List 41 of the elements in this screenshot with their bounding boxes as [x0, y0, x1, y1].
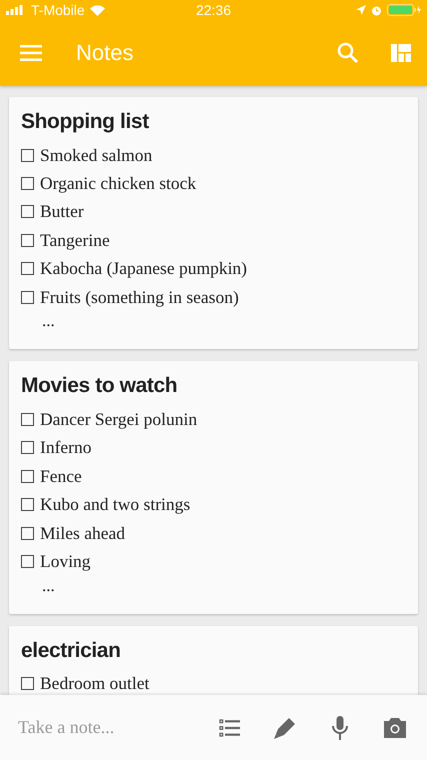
status-time: 22:36	[196, 2, 232, 18]
carrier-name: T-Mobile	[31, 2, 85, 18]
checkbox[interactable]	[21, 290, 34, 304]
location-icon	[356, 5, 366, 15]
checkbox[interactable]	[21, 148, 34, 162]
more-items-ellipsis: ...	[42, 311, 55, 332]
list-item-text: Butter	[40, 201, 84, 222]
note-input-field[interactable]: Take a note...	[18, 717, 187, 738]
list-item-text: Bedroom outlet	[40, 673, 150, 694]
note-title: Movies to watch	[21, 373, 178, 400]
checkbox[interactable]	[21, 677, 34, 690]
list-item-text: Miles ahead	[40, 522, 126, 544]
list-item-text: Kabocha (Japanese pumpkin)	[40, 258, 248, 280]
checkbox[interactable]	[21, 234, 34, 247]
wifi-icon	[90, 4, 105, 16]
list-item-text: Kubo and two strings	[40, 494, 190, 516]
checkbox[interactable]	[21, 526, 34, 540]
list-item-text: Smoked salmon	[40, 144, 152, 166]
checkbox[interactable]	[21, 205, 34, 218]
app-title: Notes	[76, 40, 134, 66]
list-item-text: Loving	[40, 550, 91, 572]
list-item-text: Fruits (something in season)	[40, 286, 239, 308]
list-item-text: Tangerine	[40, 230, 110, 251]
note-title: electrician	[21, 638, 120, 664]
checkbox[interactable]	[21, 554, 34, 568]
camera-button[interactable]	[383, 716, 407, 740]
checkbox[interactable]	[21, 177, 34, 190]
pen-button[interactable]	[273, 716, 297, 740]
checkbox[interactable]	[21, 413, 34, 426]
checkbox[interactable]	[21, 498, 34, 512]
list-item-text: Dancer Sergei polunin	[40, 409, 198, 430]
list-item-text: Organic chicken stock	[40, 173, 196, 194]
list-item-text: Fence	[40, 466, 82, 487]
more-items-ellipsis: ...	[42, 576, 55, 597]
battery-icon	[386, 4, 421, 16]
checkbox[interactable]	[21, 441, 34, 454]
list-item-text: Inferno	[40, 437, 92, 458]
note-title: Shopping list	[21, 109, 149, 135]
alarm-icon	[370, 4, 382, 16]
checkbox[interactable]	[21, 262, 34, 276]
checkbox[interactable]	[21, 470, 34, 483]
